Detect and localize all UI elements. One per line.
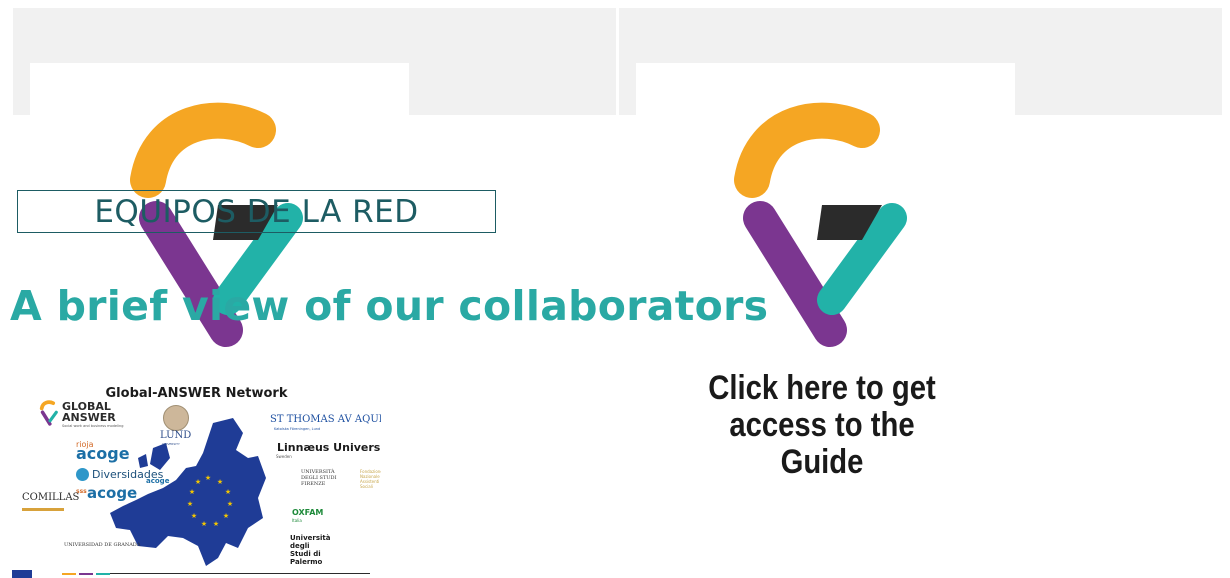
comillas-bar (22, 508, 64, 511)
svg-text:★: ★ (213, 520, 219, 528)
svg-text:★: ★ (217, 478, 223, 486)
st-thomas-logo: ST THOMAS AV AQUINO (270, 414, 381, 425)
fiji-icon (76, 468, 89, 481)
linnaeus-logo: Linnæus University (277, 441, 381, 454)
guide-access-link[interactable]: Click here to get access to the Guide (650, 370, 994, 481)
fondazione-logo: Fondazione Nazionale Assistenti Sociali (360, 469, 381, 489)
svg-text:★: ★ (187, 500, 193, 508)
collaborators-heading: A brief view of our collaborators (10, 282, 769, 330)
lund-university-label: LUND (160, 430, 192, 441)
network-title: Global-ANSWER Network (105, 386, 288, 401)
firenze-logo: UNIVERSITÀ DEGLI STUDI FIRENZE (301, 469, 337, 487)
lund-university-sublabel: UNIVERSITY (162, 442, 180, 446)
svg-text:★: ★ (223, 512, 229, 520)
linnaeus-sublabel: Sweden (276, 454, 292, 459)
lund-university-seal (163, 405, 189, 431)
svg-text:★: ★ (195, 478, 201, 486)
network-map-image[interactable]: Global-ANSWER Network GLOBAL ANSWER Soci… (12, 384, 381, 578)
svg-text:★: ★ (225, 488, 231, 496)
svg-text:★: ★ (191, 512, 197, 520)
oxfam-sublabel: Italia (292, 518, 302, 523)
svg-text:★: ★ (205, 474, 211, 482)
oxfam-logo: OXFAM (292, 508, 324, 517)
granada-logo: UNIVERSIDAD DE GRANADA (64, 542, 141, 548)
global-answer-small-logo (39, 400, 58, 426)
svg-text:★: ★ (227, 500, 233, 508)
network-teams-button[interactable]: EQUIPOS DE LA RED (17, 190, 496, 233)
acoge-logo: acoge (87, 484, 138, 502)
palermo-logo: Università degli Studi di Palermo (290, 534, 331, 566)
svg-text:★: ★ (201, 520, 207, 528)
rioja-acoge-logo: acoge (76, 444, 130, 463)
funding-strip (12, 570, 370, 578)
svg-text:★: ★ (189, 488, 195, 496)
diversidades-acoge-sublabel: acoge (146, 477, 170, 485)
st-thomas-sublabel: Katolska Föreningen, Lund (274, 427, 321, 431)
comillas-logo: COMILLAS (22, 492, 80, 503)
